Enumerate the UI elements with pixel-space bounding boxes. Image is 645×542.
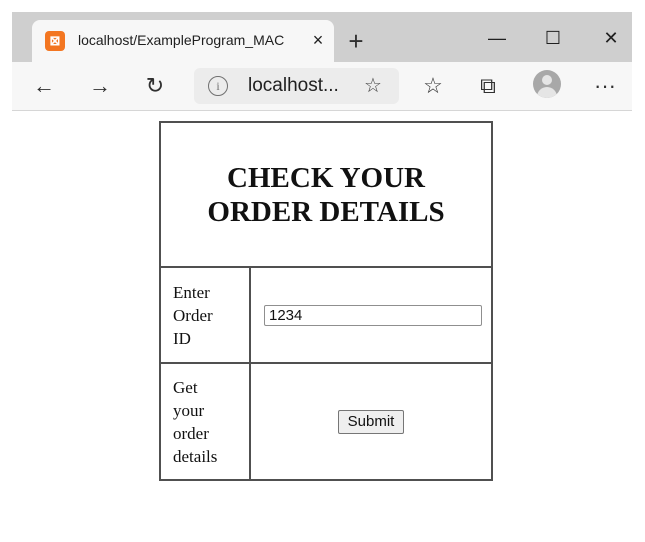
heading-line-1: CHECK YOUR [227, 161, 425, 194]
page-heading: CHECK YOUR ORDER DETAILS [161, 161, 491, 229]
tab-title-fade [284, 28, 306, 54]
heading-line-2: ORDER DETAILS [207, 195, 445, 228]
back-arrow-icon[interactable]: ← [28, 70, 60, 102]
order-id-label-line-2: Order [173, 305, 213, 325]
favorites-icon[interactable]: ☆ [417, 70, 449, 102]
tab-title: localhost/ExampleProgram_MAC [78, 32, 285, 48]
submit-button[interactable]: Submit [337, 409, 405, 434]
tab-close-icon[interactable]: × [308, 29, 328, 51]
order-id-input-cell [249, 266, 493, 364]
new-tab-button[interactable]: + [342, 27, 370, 55]
order-form-table: CHECK YOUR ORDER DETAILS Enter Order ID … [159, 121, 493, 481]
page-content: CHECK YOUR ORDER DETAILS Enter Order ID … [12, 111, 632, 542]
xampp-favicon-icon: ⊠ [45, 31, 65, 51]
collections-icon[interactable]: ⧉ [472, 70, 504, 102]
info-icon[interactable]: i [208, 76, 228, 96]
order-id-label: Enter Order ID [159, 266, 251, 364]
address-bar[interactable]: i localhost... ☆ [194, 68, 399, 104]
address-text[interactable]: localhost... [248, 75, 339, 97]
submit-cell: Submit [249, 362, 493, 481]
get-details-label-line-1: Get [173, 377, 198, 397]
order-id-label-line-1: Enter [173, 282, 210, 302]
get-details-label-line-2: your [173, 400, 205, 420]
refresh-icon[interactable]: ↻ [139, 70, 171, 102]
order-id-input[interactable] [264, 304, 482, 326]
avatar-body [537, 87, 557, 98]
browser-window: ⊠ localhost/ExampleProgram_MAC × + — ☐ ✕… [0, 0, 645, 542]
get-details-label-line-3: order [173, 423, 209, 443]
title-bar: ⊠ localhost/ExampleProgram_MAC × + — ☐ ✕ [12, 12, 632, 62]
get-details-label-line-4: details [173, 446, 218, 466]
browser-tab[interactable]: ⊠ localhost/ExampleProgram_MAC × [32, 20, 334, 62]
minimize-button[interactable]: — [477, 24, 517, 52]
avatar-head [542, 75, 552, 85]
maximize-button[interactable]: ☐ [533, 24, 573, 52]
order-id-label-line-3: ID [173, 328, 191, 348]
add-favorite-icon[interactable]: ☆ [360, 73, 386, 99]
forward-arrow-icon[interactable]: → [84, 70, 116, 102]
browser-toolbar: ← → ↻ i localhost... ☆ ☆ ⧉ ··· [12, 62, 632, 111]
heading-cell: CHECK YOUR ORDER DETAILS [159, 121, 493, 268]
profile-avatar[interactable] [533, 70, 561, 98]
more-options-icon[interactable]: ··· [589, 70, 621, 102]
close-window-button[interactable]: ✕ [591, 24, 631, 52]
get-details-label: Get your order details [159, 362, 251, 481]
